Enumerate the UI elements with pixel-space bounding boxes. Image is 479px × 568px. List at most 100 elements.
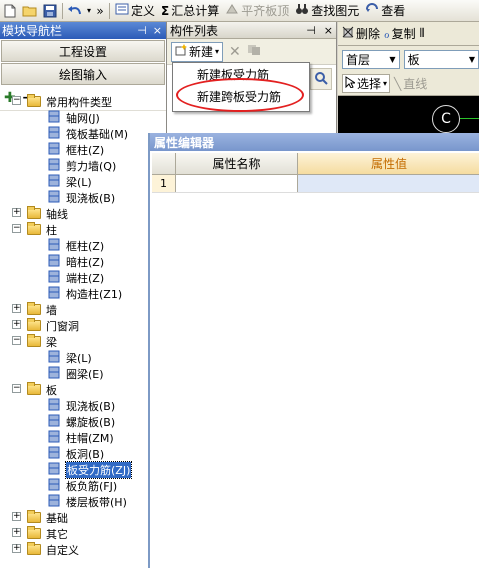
row-index-header (152, 153, 176, 174)
column-icon (46, 238, 61, 251)
tree-item-node[interactable]: 板负筋(FJ) (0, 477, 166, 493)
tree-node-label: 框柱(Z) (66, 240, 105, 253)
tree-folder-node[interactable]: + 其它 (0, 525, 166, 541)
sum-calc-button[interactable]: Σ 汇总计算 (158, 2, 222, 20)
expand-toggle-icon[interactable]: + (12, 528, 21, 537)
expand-toggle-icon[interactable]: + (12, 544, 21, 553)
folder-icon (27, 302, 41, 315)
expand-toggle-icon[interactable]: + (12, 304, 21, 313)
tree-folder-node[interactable]: + 基础 (0, 509, 166, 525)
tree-item-node[interactable]: 板受力筋(ZJ) (0, 461, 166, 479)
floor-value: 首层 (346, 52, 371, 67)
collapse-toggle-icon[interactable]: − (12, 224, 21, 233)
tree-node-label: 柱帽(ZM) (66, 432, 114, 445)
view-button[interactable]: 查看 (362, 2, 408, 20)
tree-item-node[interactable]: 剪力墙(Q) (0, 157, 166, 173)
save-icon[interactable] (40, 2, 60, 20)
copy-button[interactable]: ℴ 复制 (384, 25, 416, 42)
new-component-button[interactable]: 新建 ▾ (171, 41, 224, 62)
property-editor-panel: 属性编辑器 属性名称 属性值 1 (148, 133, 479, 568)
collapse-toggle-icon[interactable]: − (12, 384, 21, 393)
tree-item-node[interactable]: 柱帽(ZM) (0, 429, 166, 445)
tree-node-label: 筏板基础(M) (66, 128, 129, 141)
tree-folder-node[interactable]: + 门窗洞 (0, 317, 166, 333)
select-button[interactable]: 选择 ▾ (342, 74, 391, 93)
delete-icon[interactable]: ✕ (229, 44, 241, 60)
floor-select[interactable]: 首层 ▼ (342, 49, 400, 69)
copy-icon[interactable] (247, 44, 261, 59)
folder-icon (27, 94, 41, 107)
search-button[interactable] (310, 68, 332, 90)
spiral-slab-icon (46, 414, 61, 427)
binoculars-icon (295, 3, 309, 18)
tree-item-node[interactable]: 螺旋板(B) (0, 413, 166, 429)
tree-item-node[interactable]: 框柱(Z) (0, 141, 166, 157)
open-folder-icon[interactable] (20, 2, 40, 20)
main-toolbar: ▾ » 定义 Σ 汇总计算 平齐板顶 查找图元 查看 (0, 0, 479, 22)
tree-folder-node[interactable]: − 常用构件类型 (0, 93, 166, 109)
tree-item-node[interactable]: 梁(L) (0, 173, 166, 189)
component-type-value: 板 (407, 52, 420, 67)
more-chevron-icon[interactable]: » (93, 2, 107, 20)
mirror-icon[interactable]: ⫴ (420, 26, 425, 41)
pin-icon[interactable]: ⊣ (306, 24, 316, 37)
close-icon[interactable]: × (324, 24, 333, 37)
tree-folder-node[interactable]: + 墙 (0, 301, 166, 317)
tree-folder-node[interactable]: + 轴线 (0, 205, 166, 221)
tree-item-node[interactable]: 现浇板(B) (0, 189, 166, 205)
define-button[interactable]: 定义 (112, 2, 158, 20)
view-icon (365, 3, 379, 18)
tree-item-node[interactable]: 构造柱(Z1) (0, 285, 166, 301)
slab-rebar-icon (46, 462, 61, 475)
folder-icon (27, 206, 41, 219)
line-button[interactable]: ╲ 直线 (394, 75, 427, 92)
drawing-input-button[interactable]: 绘图输入 (1, 63, 165, 85)
tree-folder-node[interactable]: + 自定义 (0, 541, 166, 557)
collapse-toggle-icon[interactable]: − (12, 336, 21, 345)
delete-button[interactable]: 删除 (342, 25, 380, 42)
find-element-button[interactable]: 查找图元 (292, 2, 362, 20)
property-name-cell[interactable] (176, 175, 298, 192)
sigma-icon: Σ (161, 3, 170, 18)
tree-node-label: 构造柱(Z1) (66, 288, 123, 301)
module-nav-title-bar: 模块导航栏 ⊣ × (0, 22, 166, 39)
property-value-cell[interactable] (298, 175, 479, 192)
chevron-down-icon: ▼ (389, 54, 396, 64)
beam-icon (46, 174, 61, 187)
floor-type-selectors: 首层 ▼ 板 ▼ (338, 46, 479, 72)
expand-toggle-icon[interactable]: + (12, 208, 21, 217)
tree-item-node[interactable]: 暗柱(Z) (0, 253, 166, 269)
tree-item-node[interactable]: 板洞(B) (0, 445, 166, 461)
tree-node-label: 常用构件类型 (46, 96, 112, 109)
tree-item-node[interactable]: 筏板基础(M) (0, 125, 166, 141)
tree-item-node[interactable]: 端柱(Z) (0, 269, 166, 285)
table-row[interactable]: 1 (152, 175, 479, 193)
tree-item-node[interactable]: 圈梁(E) (0, 365, 166, 381)
cursor-arrow-icon (345, 76, 357, 91)
component-type-select[interactable]: 板 ▼ (403, 49, 479, 69)
pin-icon[interactable]: ⊣ (137, 24, 147, 37)
tree-item-node[interactable]: 现浇板(B) (0, 397, 166, 413)
expand-toggle-icon[interactable]: + (12, 320, 21, 329)
tree-folder-node[interactable]: − 柱 (0, 221, 166, 237)
folder-icon (27, 542, 41, 555)
tree-item-node[interactable]: 轴网(J) (0, 109, 166, 125)
tree-folder-node[interactable]: − 板 (0, 381, 166, 397)
tree-item-node[interactable]: 框柱(Z) (0, 237, 166, 253)
undo-dropdown-icon[interactable]: ▾ (85, 2, 93, 20)
tree-folder-node[interactable]: − 梁 (0, 333, 166, 349)
row-index-cell: 1 (152, 175, 176, 192)
new-component-icon (175, 44, 187, 59)
undo-icon[interactable] (65, 2, 85, 20)
chevron-down-icon: ▼ (468, 54, 475, 64)
flat-top-button[interactable]: 平齐板顶 (222, 2, 292, 20)
project-settings-button[interactable]: 工程设置 (1, 40, 165, 62)
close-icon[interactable]: × (153, 24, 162, 37)
tree-node-label: 墙 (46, 304, 57, 317)
tree-item-node[interactable]: 梁(L) (0, 349, 166, 365)
collapse-toggle-icon[interactable]: − (12, 96, 21, 105)
tree-item-node[interactable]: 楼层板带(H) (0, 493, 166, 509)
new-file-icon[interactable] (0, 2, 20, 20)
axis-marker-c[interactable]: C (432, 105, 460, 133)
expand-toggle-icon[interactable]: + (12, 512, 21, 521)
